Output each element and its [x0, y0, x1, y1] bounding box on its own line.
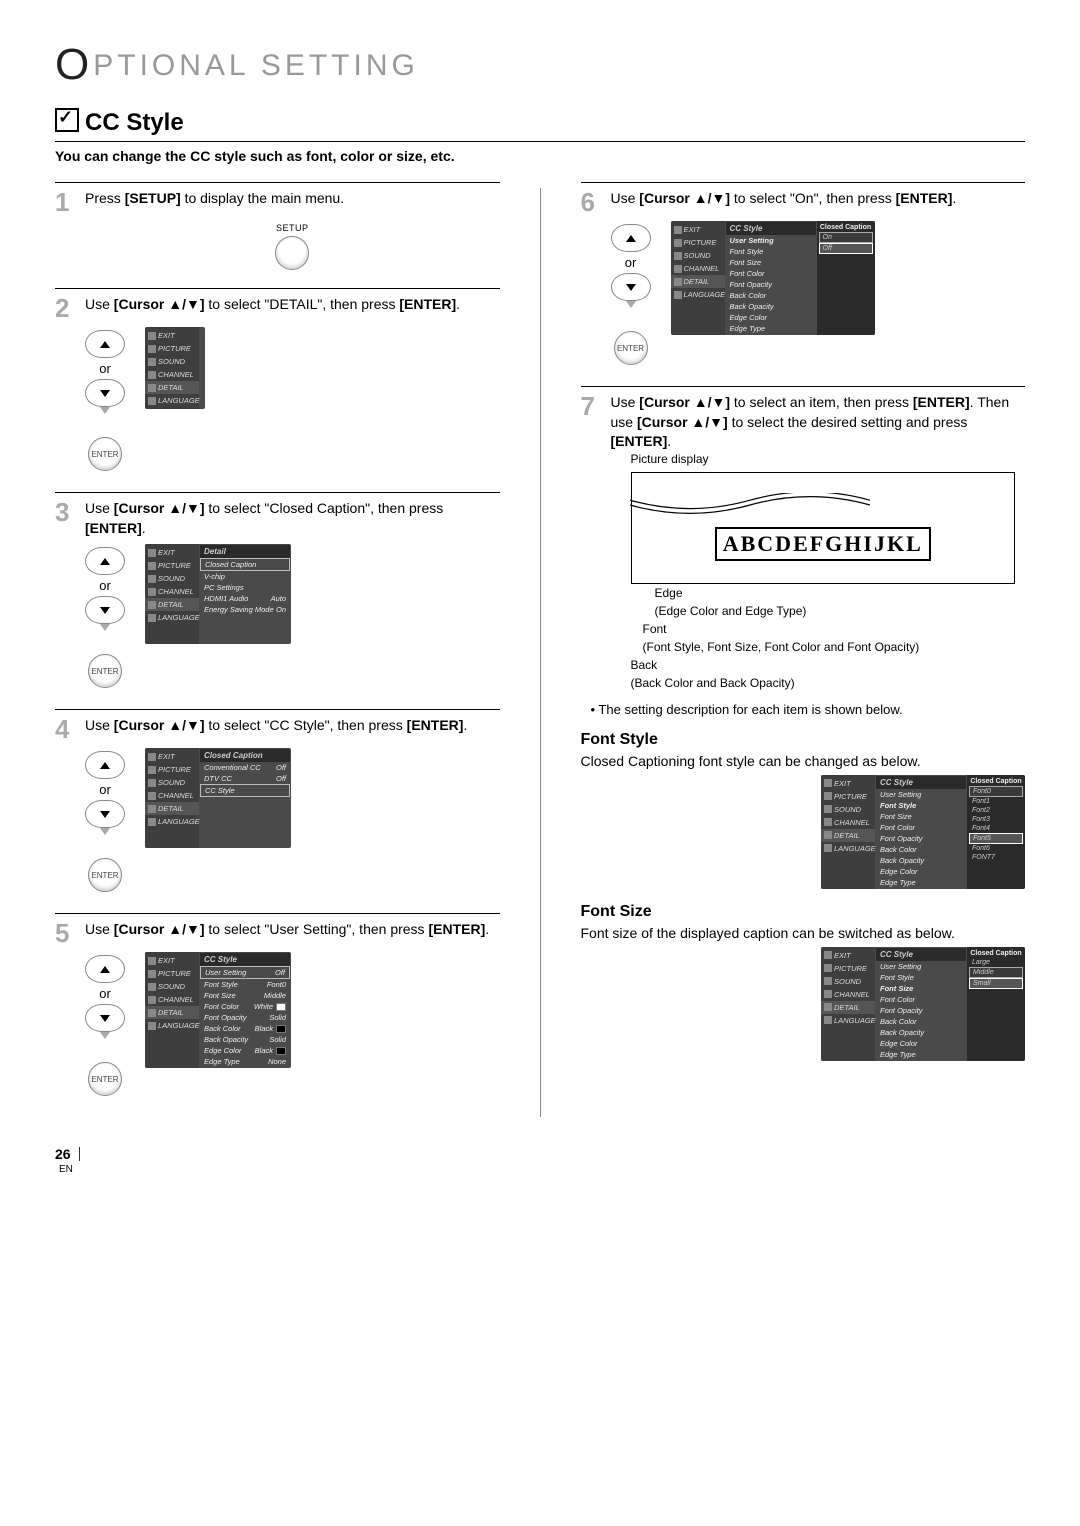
enter-icon: ENTER — [88, 654, 122, 688]
cursor-buttons-graphic: or ENTER — [85, 748, 125, 895]
up-arrow-icon — [85, 330, 125, 358]
main-menu-screenshot: EXIT PICTURE SOUND CHANNEL DETAIL LANGUA… — [145, 327, 205, 409]
picture-display-diagram: ABCDEFGHIJKL — [631, 472, 1016, 584]
step-number: 7 — [581, 393, 603, 419]
step-text: Use [Cursor ▲/▼] to select "Closed Capti… — [85, 499, 500, 538]
cc-style-menu-screenshot: EXIT PICTURE SOUND CHANNEL DETAIL LANGUA… — [145, 952, 291, 1068]
step-number: 6 — [581, 189, 603, 215]
step-text: Use [Cursor ▲/▼] to select "On", then pr… — [611, 189, 1026, 209]
font-size-menu-screenshot: EXIT PICTURE SOUND CHANNEL DETAIL LANGUA… — [821, 947, 1025, 1061]
step-number: 5 — [55, 920, 77, 946]
step-text: Use [Cursor ▲/▼] to select "User Setting… — [85, 920, 500, 940]
section-subtitle: You can change the CC style such as font… — [55, 148, 1025, 164]
detail-menu-screenshot: EXIT PICTURE SOUND CHANNEL DETAIL LANGUA… — [145, 544, 291, 644]
setup-button-graphic: SETUP — [85, 223, 500, 270]
note-bullet: • The setting description for each item … — [591, 702, 1026, 717]
step-number: 2 — [55, 295, 77, 321]
checkbox-icon — [55, 108, 79, 132]
step-text: Use [Cursor ▲/▼] to select an item, then… — [611, 393, 1026, 452]
picture-display-label: Picture display — [631, 452, 1026, 466]
diagram-labels: Edge (Edge Color and Edge Type) Font (Fo… — [631, 584, 1026, 692]
dropcap: O — [55, 40, 93, 89]
enter-icon: ENTER — [88, 437, 122, 471]
page-header: OPTIONAL SETTING — [55, 40, 1025, 90]
step-7: 7 Use [Cursor ▲/▼] to select an item, th… — [581, 386, 1026, 1061]
cursor-buttons-graphic: or ENTER — [85, 952, 125, 1099]
step-text: Press [SETUP] to display the main menu. — [85, 189, 500, 209]
step-number: 4 — [55, 716, 77, 742]
page-number: 26 — [55, 1146, 71, 1162]
cursor-buttons-graphic: or ENTER — [85, 327, 125, 474]
step-number: 1 — [55, 189, 77, 215]
setup-icon — [275, 236, 309, 270]
step-6: 6 Use [Cursor ▲/▼] to select "On", then … — [581, 182, 1026, 368]
right-column: 6 Use [Cursor ▲/▼] to select "On", then … — [581, 182, 1026, 1117]
step-number: 3 — [55, 499, 77, 525]
font-size-desc: Font size of the displayed caption can b… — [581, 925, 1026, 941]
step-2: 2 Use [Cursor ▲/▼] to select "DETAIL", t… — [55, 288, 500, 474]
font-size-heading: Font Size — [581, 903, 1026, 921]
step-5: 5 Use [Cursor ▲/▼] to select "User Setti… — [55, 913, 500, 1099]
font-style-menu-screenshot: EXIT PICTURE SOUND CHANNEL DETAIL LANGUA… — [821, 775, 1025, 889]
down-arrow-icon — [85, 596, 125, 624]
cursor-buttons-graphic: or ENTER — [611, 221, 651, 368]
lang-label: EN — [59, 1164, 1025, 1175]
step-4: 4 Use [Cursor ▲/▼] to select "CC Style",… — [55, 709, 500, 895]
step-text: Use [Cursor ▲/▼] to select "DETAIL", the… — [85, 295, 500, 315]
up-arrow-icon — [85, 547, 125, 575]
cursor-buttons-graphic: or ENTER — [85, 544, 125, 691]
left-column: 1 Press [SETUP] to display the main menu… — [55, 182, 500, 1117]
section-title: CC Style — [55, 108, 1025, 142]
font-style-desc: Closed Captioning font style can be chan… — [581, 753, 1026, 769]
column-divider — [540, 188, 541, 1117]
step-text: Use [Cursor ▲/▼] to select "CC Style", t… — [85, 716, 500, 736]
user-setting-on-screenshot: EXIT PICTURE SOUND CHANNEL DETAIL LANGUA… — [671, 221, 875, 335]
step-3: 3 Use [Cursor ▲/▼] to select "Closed Cap… — [55, 492, 500, 691]
page-footer: 26 EN — [55, 1117, 1025, 1175]
font-style-heading: Font Style — [581, 731, 1026, 749]
step-1: 1 Press [SETUP] to display the main menu… — [55, 182, 500, 270]
or-label: or — [85, 361, 125, 376]
chevron-down-icon — [100, 407, 110, 430]
cc-sample-text: ABCDEFGHIJKL — [715, 527, 931, 561]
closed-caption-menu-screenshot: EXIT PICTURE SOUND CHANNEL DETAIL LANGUA… — [145, 748, 291, 848]
down-arrow-icon — [85, 379, 125, 407]
